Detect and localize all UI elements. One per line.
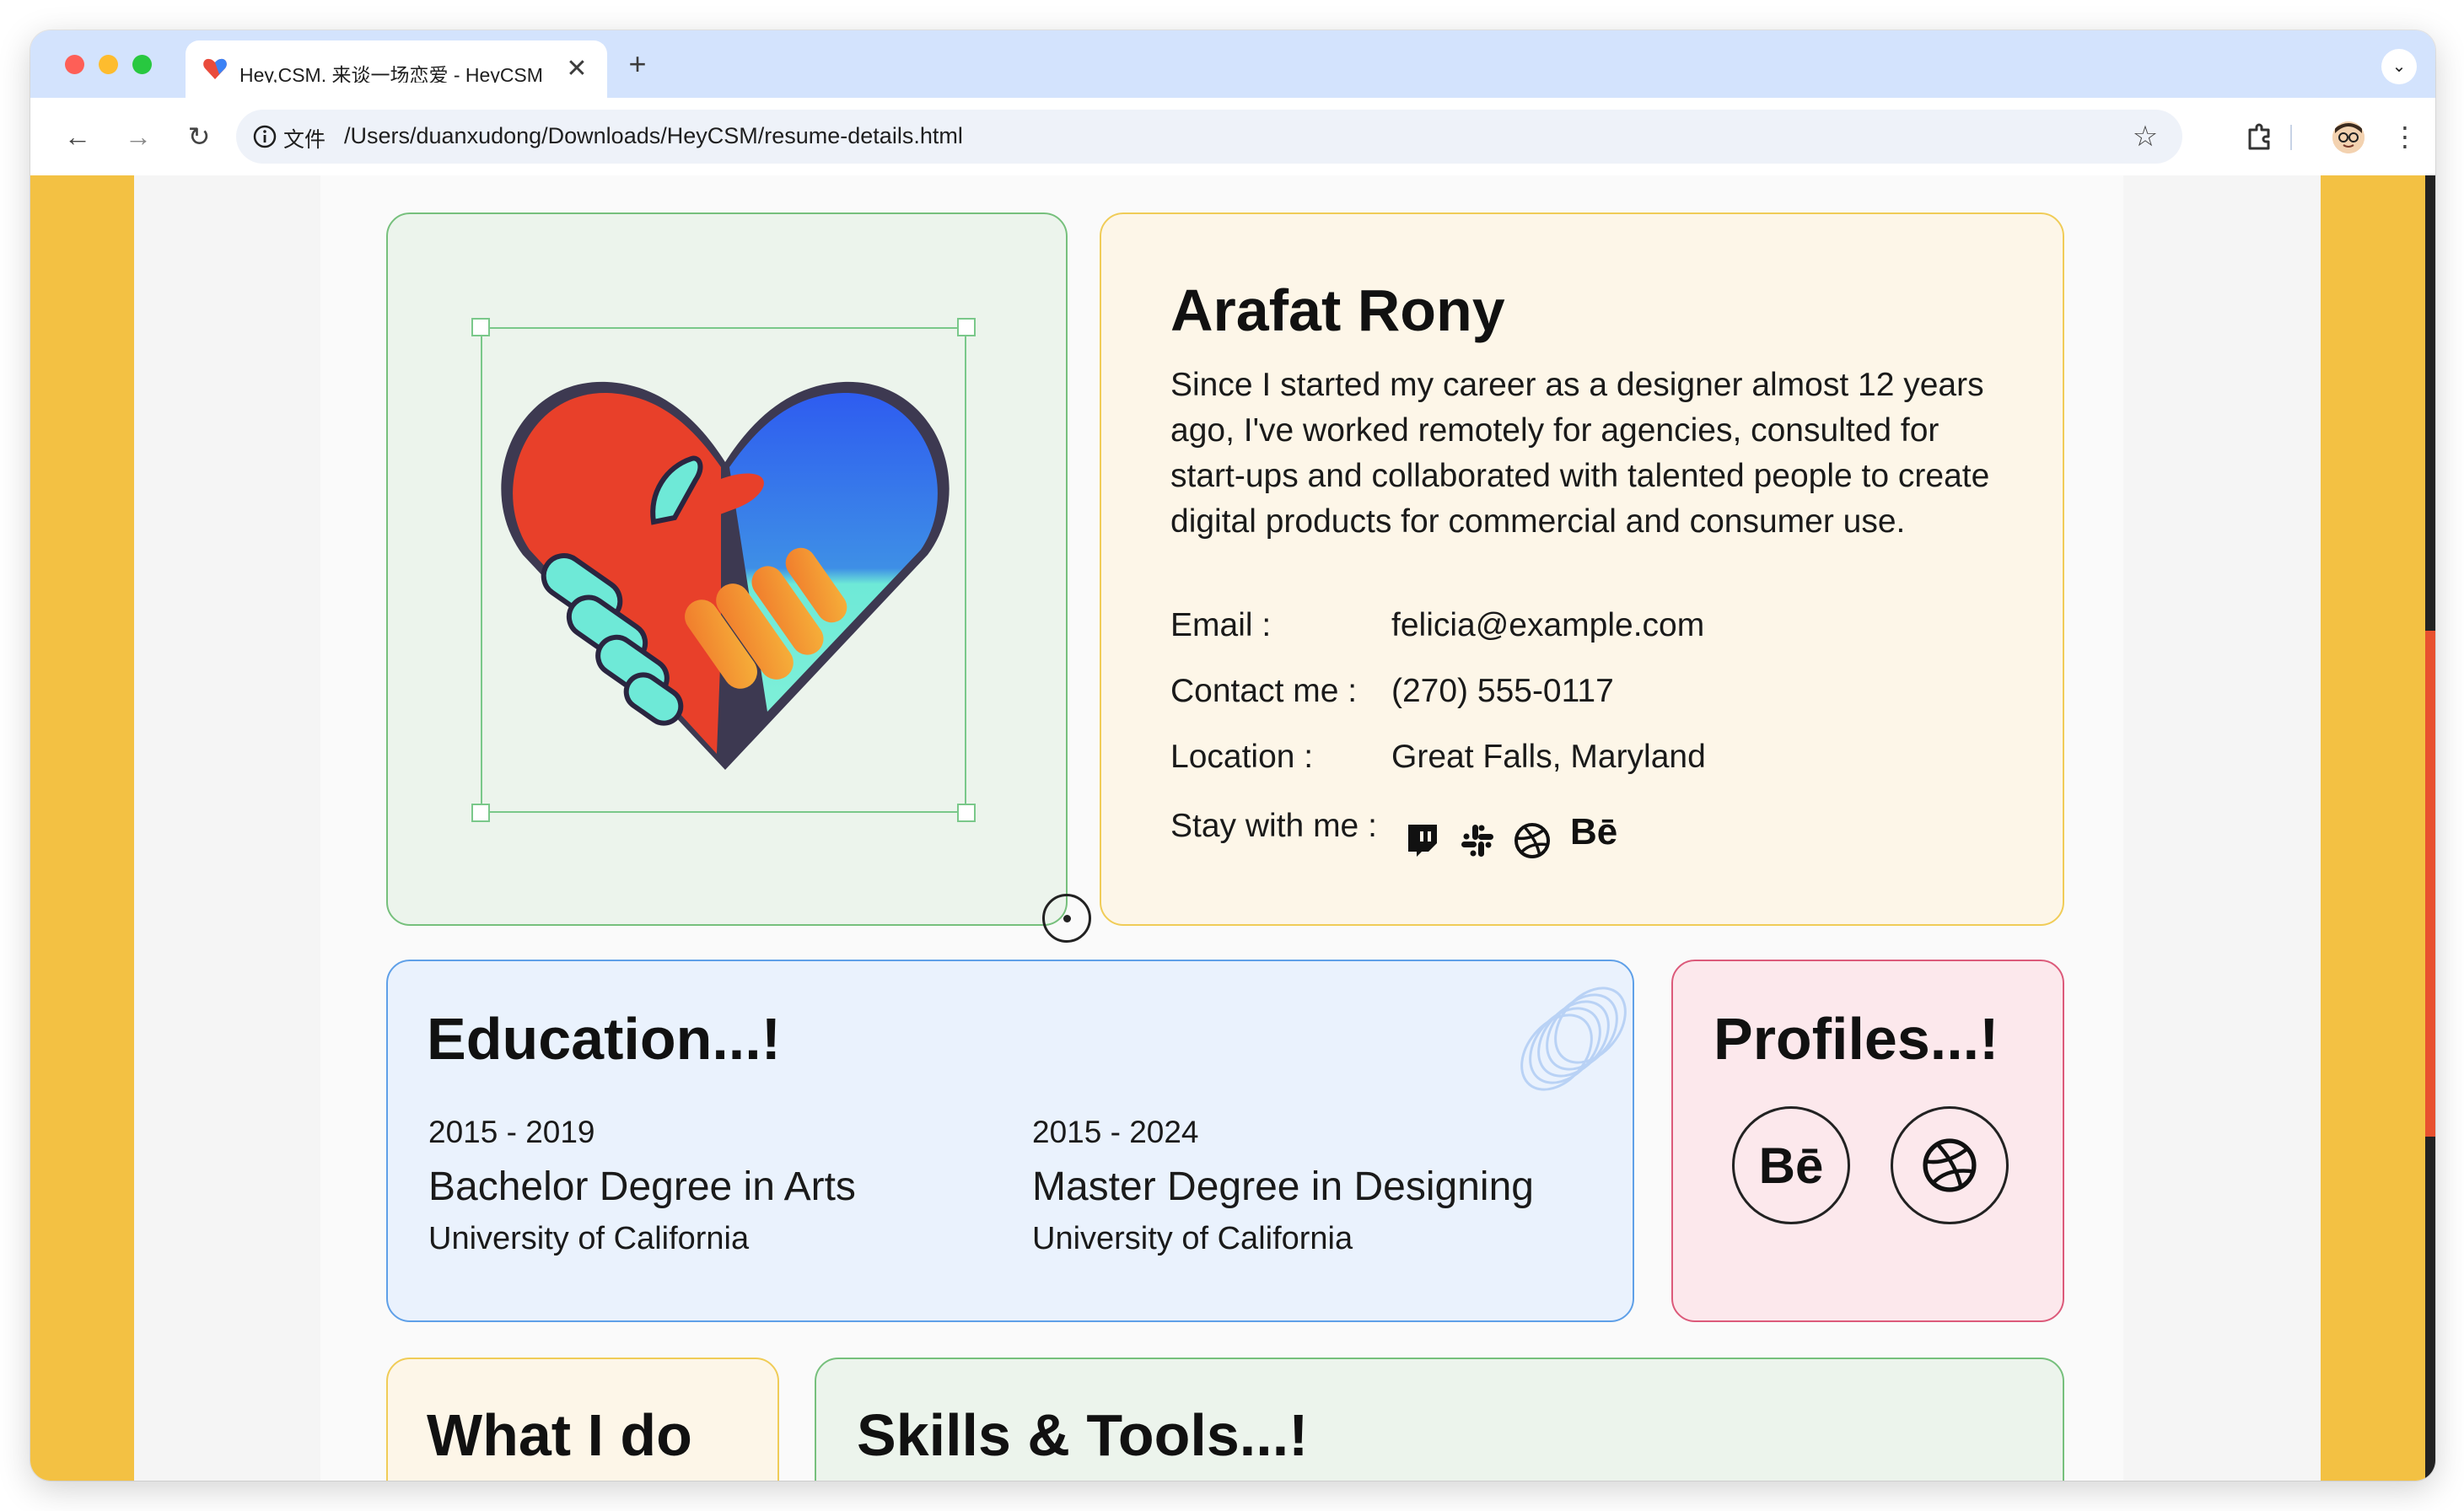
tab-search-chevron-icon[interactable]: ⌄ xyxy=(2381,49,2417,84)
behance-profile-button[interactable]: Bē xyxy=(1732,1106,1850,1224)
url-text[interactable]: /Users/duanxudong/Downloads/HeyCSM/resum… xyxy=(344,123,963,149)
education-school: University of California xyxy=(428,1221,750,1256)
education-degree: Master Degree in Designing xyxy=(1032,1164,1534,1209)
behance-icon: Bē xyxy=(1758,1137,1824,1194)
toolbar-divider xyxy=(2290,125,2292,150)
heart-favicon-icon xyxy=(203,58,227,79)
social-label: Stay with me : xyxy=(1170,808,1377,844)
address-bar[interactable]: 文件 /Users/duanxudong/Downloads/HeyCSM/re… xyxy=(236,110,2182,164)
drag-cursor-icon xyxy=(1042,894,1091,943)
dribbble-icon[interactable] xyxy=(1513,821,1552,860)
contact-label: Contact me : xyxy=(1170,673,1358,709)
reload-button[interactable]: ↻ xyxy=(179,116,219,157)
avatar-face-icon xyxy=(2332,121,2364,153)
tab-title: Hey,CSM. 来谈一场恋爱 - HeyCSM xyxy=(239,64,543,83)
page-viewport[interactable]: Arafat Rony Since I started my career as… xyxy=(30,175,2435,1481)
twitch-icon[interactable] xyxy=(1403,821,1442,860)
contact-value[interactable]: (270) 555-0117 xyxy=(1391,673,1614,710)
resize-handle-top-right[interactable] xyxy=(957,318,976,336)
browser-toolbar: ← → ↻ 文件 /Users/duanxudong/Downloads/Hey… xyxy=(30,98,2435,176)
left-yellow-border xyxy=(30,175,134,1481)
tab-close-icon[interactable]: ✕ xyxy=(563,56,590,83)
resize-handle-bottom-right[interactable] xyxy=(957,804,976,822)
education-degree: Bachelor Degree in Arts xyxy=(428,1164,856,1209)
more-menu-icon[interactable]: ⋮ xyxy=(2385,116,2425,157)
minimize-window-button[interactable] xyxy=(99,55,118,74)
location-label: Location : xyxy=(1170,739,1314,775)
skills-title: Skills & Tools...! xyxy=(857,1402,1309,1468)
file-chip[interactable]: 文件 xyxy=(283,123,325,153)
new-tab-button[interactable]: + xyxy=(621,49,654,83)
dribbble-profile-button[interactable] xyxy=(1891,1106,2009,1224)
education-years: 2015 - 2024 xyxy=(1032,1115,1199,1149)
image-selection-frame[interactable] xyxy=(481,327,966,813)
forward-button[interactable]: → xyxy=(118,116,159,157)
user-avatar[interactable] xyxy=(2332,121,2364,153)
browser-tab[interactable]: Hey,CSM. 来谈一场恋爱 - HeyCSM ✕ xyxy=(186,40,607,98)
profile-name: Arafat Rony xyxy=(1170,277,1505,343)
info-icon[interactable] xyxy=(251,123,278,150)
education-title: Education...! xyxy=(427,1006,781,1072)
profiles-title: Profiles...! xyxy=(1714,1006,1999,1072)
right-yellow-border xyxy=(2321,175,2425,1481)
location-value: Great Falls, Maryland xyxy=(1391,739,1706,775)
profile-bio: Since I started my career as a designer … xyxy=(1170,367,1990,540)
education-school: University of California xyxy=(1032,1221,1353,1256)
email-value[interactable]: felicia@example.com xyxy=(1391,607,1704,644)
maximize-window-button[interactable] xyxy=(132,55,152,74)
spiral-decoration-icon xyxy=(1520,987,1627,1091)
back-button[interactable]: ← xyxy=(57,116,98,157)
browser-window: Hey,CSM. 来谈一场恋爱 - HeyCSM ✕ + ⌄ ← → ↻ 文件 … xyxy=(30,30,2435,1481)
close-window-button[interactable] xyxy=(65,55,84,74)
email-label: Email : xyxy=(1170,607,1272,643)
dribbble-icon xyxy=(1923,1138,1977,1192)
education-years: 2015 - 2019 xyxy=(428,1115,595,1149)
tab-strip: Hey,CSM. 来谈一场恋爱 - HeyCSM ✕ + ⌄ xyxy=(30,30,2435,98)
behance-icon[interactable]: Bē xyxy=(1570,811,1617,853)
scrollbar-thumb[interactable] xyxy=(2425,631,2435,1137)
extensions-puzzle-icon[interactable] xyxy=(2240,116,2280,157)
bookmark-star-icon[interactable]: ☆ xyxy=(2127,118,2164,155)
what-i-do-title: What I do xyxy=(427,1402,692,1468)
resize-handle-bottom-left[interactable] xyxy=(471,804,490,822)
slack-icon[interactable] xyxy=(1458,821,1497,860)
resize-handle-top-left[interactable] xyxy=(471,318,490,336)
